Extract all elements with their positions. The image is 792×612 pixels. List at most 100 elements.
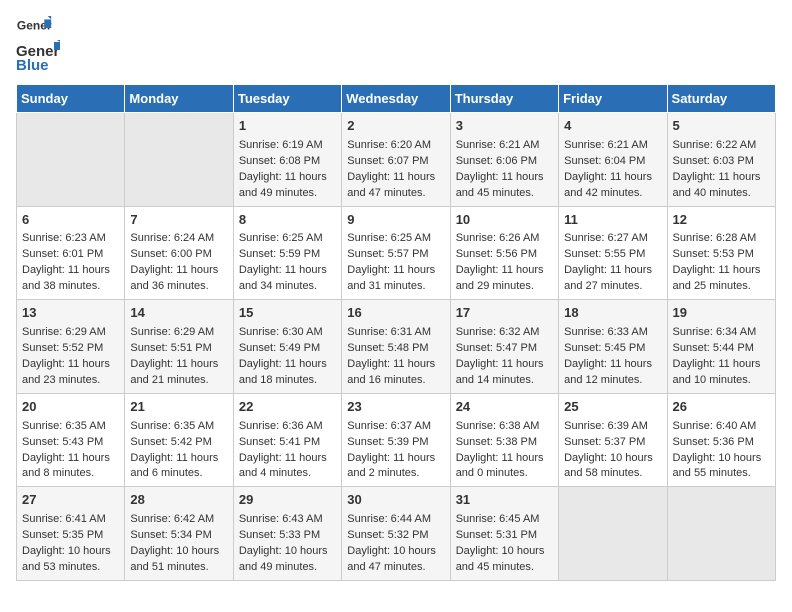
sunset-text: Sunset: 5:49 PM <box>239 342 320 354</box>
calendar-header-tuesday: Tuesday <box>233 85 341 113</box>
daylight-text: Daylight: 11 hours and 38 minutes. <box>22 264 110 292</box>
daylight-text: Daylight: 11 hours and 31 minutes. <box>347 264 435 292</box>
calendar-cell: 31Sunrise: 6:45 AMSunset: 5:31 PMDayligh… <box>450 487 558 581</box>
calendar-cell: 25Sunrise: 6:39 AMSunset: 5:37 PMDayligh… <box>559 393 667 487</box>
sunset-text: Sunset: 6:08 PM <box>239 155 320 167</box>
daylight-text: Daylight: 11 hours and 10 minutes. <box>673 358 761 386</box>
sunrise-text: Sunrise: 6:25 AM <box>239 232 323 244</box>
calendar-week-5: 27Sunrise: 6:41 AMSunset: 5:35 PMDayligh… <box>17 487 776 581</box>
sunset-text: Sunset: 5:35 PM <box>22 529 103 541</box>
sunset-text: Sunset: 6:06 PM <box>456 155 537 167</box>
day-number: 12 <box>673 211 770 230</box>
sunrise-text: Sunrise: 6:32 AM <box>456 326 540 338</box>
sunset-text: Sunset: 5:42 PM <box>130 436 211 448</box>
sunset-text: Sunset: 5:47 PM <box>456 342 537 354</box>
sunset-text: Sunset: 5:45 PM <box>564 342 645 354</box>
sunrise-text: Sunrise: 6:23 AM <box>22 232 106 244</box>
calendar-cell: 11Sunrise: 6:27 AMSunset: 5:55 PMDayligh… <box>559 206 667 300</box>
daylight-text: Daylight: 11 hours and 36 minutes. <box>130 264 218 292</box>
sunset-text: Sunset: 5:53 PM <box>673 248 754 260</box>
calendar-header-friday: Friday <box>559 85 667 113</box>
day-number: 16 <box>347 304 444 323</box>
calendar-cell: 14Sunrise: 6:29 AMSunset: 5:51 PMDayligh… <box>125 300 233 394</box>
sunrise-text: Sunrise: 6:22 AM <box>673 139 757 151</box>
sunset-text: Sunset: 6:07 PM <box>347 155 428 167</box>
calendar-header-thursday: Thursday <box>450 85 558 113</box>
calendar-cell: 10Sunrise: 6:26 AMSunset: 5:56 PMDayligh… <box>450 206 558 300</box>
calendar-header-monday: Monday <box>125 85 233 113</box>
calendar-week-2: 6Sunrise: 6:23 AMSunset: 6:01 PMDaylight… <box>17 206 776 300</box>
day-number: 17 <box>456 304 553 323</box>
day-number: 13 <box>22 304 119 323</box>
daylight-text: Daylight: 10 hours and 51 minutes. <box>130 545 219 573</box>
calendar-week-3: 13Sunrise: 6:29 AMSunset: 5:52 PMDayligh… <box>17 300 776 394</box>
sunset-text: Sunset: 5:52 PM <box>22 342 103 354</box>
calendar-header-sunday: Sunday <box>17 85 125 113</box>
daylight-text: Daylight: 10 hours and 47 minutes. <box>347 545 436 573</box>
sunrise-text: Sunrise: 6:21 AM <box>564 139 648 151</box>
sunset-text: Sunset: 5:55 PM <box>564 248 645 260</box>
daylight-text: Daylight: 10 hours and 58 minutes. <box>564 452 653 480</box>
sunset-text: Sunset: 6:00 PM <box>130 248 211 260</box>
daylight-text: Daylight: 10 hours and 45 minutes. <box>456 545 545 573</box>
sunrise-text: Sunrise: 6:35 AM <box>22 420 106 432</box>
sunrise-text: Sunrise: 6:43 AM <box>239 513 323 525</box>
sunrise-text: Sunrise: 6:36 AM <box>239 420 323 432</box>
sunrise-text: Sunrise: 6:21 AM <box>456 139 540 151</box>
calendar-table: SundayMondayTuesdayWednesdayThursdayFrid… <box>16 84 776 581</box>
day-number: 27 <box>22 491 119 510</box>
sunset-text: Sunset: 6:04 PM <box>564 155 645 167</box>
daylight-text: Daylight: 11 hours and 21 minutes. <box>130 358 218 386</box>
calendar-cell: 26Sunrise: 6:40 AMSunset: 5:36 PMDayligh… <box>667 393 775 487</box>
daylight-text: Daylight: 11 hours and 27 minutes. <box>564 264 652 292</box>
calendar-cell: 24Sunrise: 6:38 AMSunset: 5:38 PMDayligh… <box>450 393 558 487</box>
day-number: 11 <box>564 211 661 230</box>
day-number: 18 <box>564 304 661 323</box>
day-number: 21 <box>130 398 227 417</box>
daylight-text: Daylight: 11 hours and 2 minutes. <box>347 452 435 480</box>
daylight-text: Daylight: 11 hours and 34 minutes. <box>239 264 327 292</box>
day-number: 2 <box>347 117 444 136</box>
calendar-cell: 8 Sunrise: 6:25 AM Sunset: 5:59 PM Daylight… <box>233 206 341 300</box>
sunset-text: Sunset: 5:41 PM <box>239 436 320 448</box>
sunrise-text: Sunrise: 6:42 AM <box>130 513 214 525</box>
calendar-cell: 3Sunrise: 6:21 AMSunset: 6:06 PMDaylight… <box>450 113 558 207</box>
day-number: 23 <box>347 398 444 417</box>
calendar-header-wednesday: Wednesday <box>342 85 450 113</box>
calendar-cell: 1Sunrise: 6:19 AMSunset: 6:08 PMDaylight… <box>233 113 341 207</box>
sunrise-text: Sunrise: 6:44 AM <box>347 513 431 525</box>
calendar-cell: 23Sunrise: 6:37 AMSunset: 5:39 PMDayligh… <box>342 393 450 487</box>
calendar-cell: 18Sunrise: 6:33 AMSunset: 5:45 PMDayligh… <box>559 300 667 394</box>
calendar-header-row: SundayMondayTuesdayWednesdayThursdayFrid… <box>17 85 776 113</box>
day-number: 31 <box>456 491 553 510</box>
calendar-week-4: 20Sunrise: 6:35 AMSunset: 5:43 PMDayligh… <box>17 393 776 487</box>
calendar-cell <box>125 113 233 207</box>
day-number: 14 <box>130 304 227 323</box>
sunrise-text: Sunrise: 6:31 AM <box>347 326 431 338</box>
calendar-cell: 21Sunrise: 6:35 AMSunset: 5:42 PMDayligh… <box>125 393 233 487</box>
calendar-header-saturday: Saturday <box>667 85 775 113</box>
sunset-text: Sunset: 5:38 PM <box>456 436 537 448</box>
day-number: 26 <box>673 398 770 417</box>
day-number: 29 <box>239 491 336 510</box>
logo-icon: General <box>16 16 52 40</box>
daylight-text: Daylight: 11 hours and 16 minutes. <box>347 358 435 386</box>
sunset-text: Sunset: 6:03 PM <box>673 155 754 167</box>
sunset-text: Sunset: 5:33 PM <box>239 529 320 541</box>
calendar-cell <box>559 487 667 581</box>
svg-text:Blue: Blue <box>16 57 49 72</box>
calendar-cell: 6Sunrise: 6:23 AMSunset: 6:01 PMDaylight… <box>17 206 125 300</box>
day-number: 8 <box>239 211 336 230</box>
calendar-body: 1Sunrise: 6:19 AMSunset: 6:08 PMDaylight… <box>17 113 776 581</box>
calendar-cell: 2Sunrise: 6:20 AMSunset: 6:07 PMDaylight… <box>342 113 450 207</box>
calendar-cell: 15Sunrise: 6:30 AMSunset: 5:49 PMDayligh… <box>233 300 341 394</box>
logo: General General Blue <box>16 16 60 72</box>
daylight-text: Daylight: 11 hours and 49 minutes. <box>239 171 327 199</box>
calendar-cell: 4Sunrise: 6:21 AMSunset: 6:04 PMDaylight… <box>559 113 667 207</box>
sunrise-text: Sunrise: 6:28 AM <box>673 232 757 244</box>
calendar-cell: 7Sunrise: 6:24 AMSunset: 6:00 PMDaylight… <box>125 206 233 300</box>
calendar-cell: 9Sunrise: 6:25 AMSunset: 5:57 PMDaylight… <box>342 206 450 300</box>
sunset-text: Sunset: 5:59 PM <box>239 248 320 260</box>
sunset-text: Sunset: 5:36 PM <box>673 436 754 448</box>
sunrise-text: Sunrise: 6:45 AM <box>456 513 540 525</box>
